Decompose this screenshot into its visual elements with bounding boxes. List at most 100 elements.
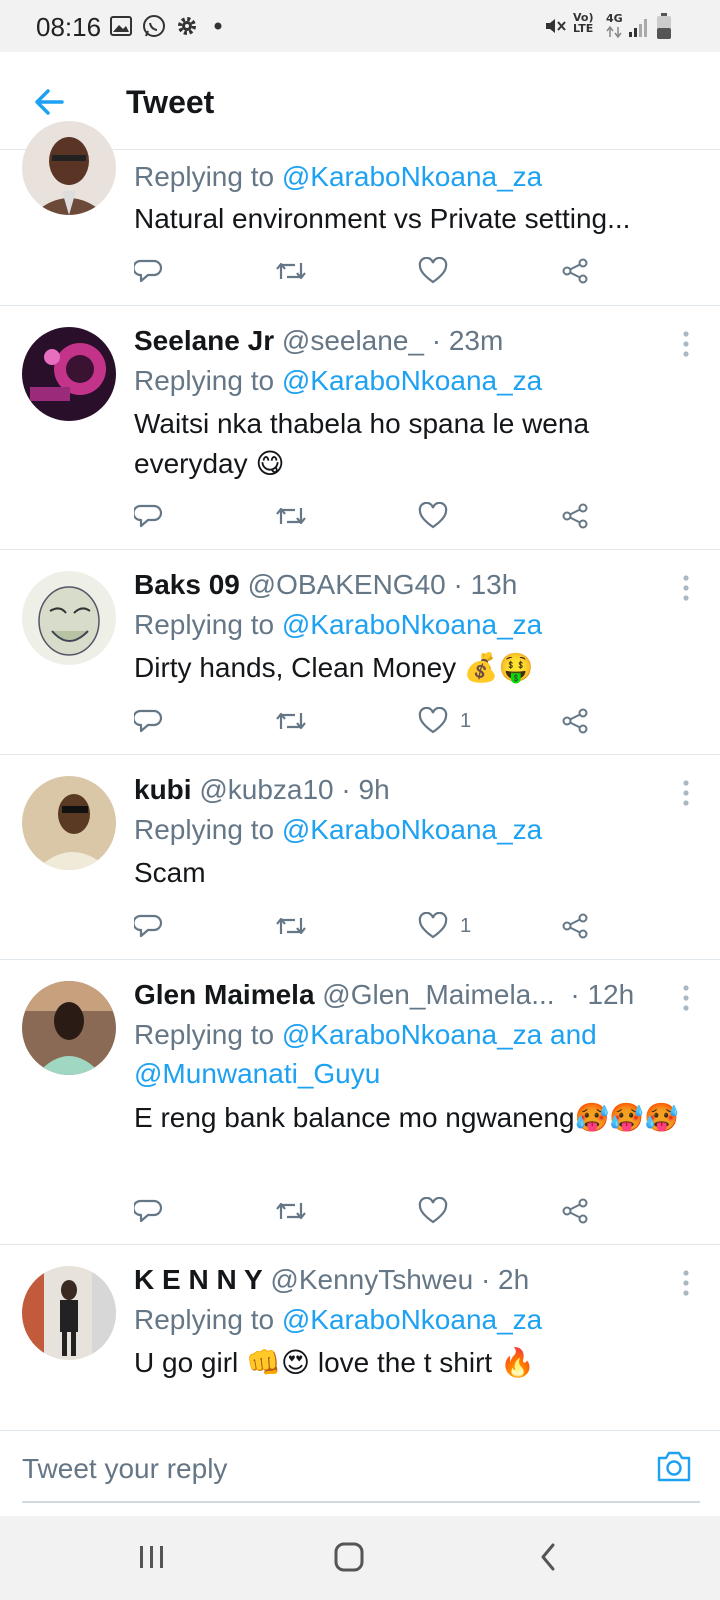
avatar[interactable]: [22, 571, 116, 665]
share-button[interactable]: [561, 906, 589, 946]
tweet-actions: [0, 251, 720, 291]
reply-input[interactable]: [22, 1445, 642, 1493]
reply-icon: [134, 709, 162, 733]
signal-icon: [629, 19, 647, 37]
avatar[interactable]: [22, 981, 116, 1075]
share-button[interactable]: [561, 701, 589, 741]
share-button[interactable]: [561, 1191, 589, 1231]
app-header: Tweet: [0, 52, 720, 150]
retweet-button[interactable]: [275, 1191, 307, 1231]
retweet-icon: [276, 1202, 306, 1220]
retweet-button[interactable]: [275, 701, 307, 741]
home-icon[interactable]: [334, 1542, 364, 1572]
more-options-icon[interactable]: [676, 1268, 696, 1298]
mention-link[interactable]: @KaraboNkoana_za: [282, 1304, 542, 1335]
user-handle[interactable]: @seelane_: [282, 325, 424, 356]
mute-icon: [546, 19, 566, 33]
user-handle[interactable]: @kubza10: [199, 774, 333, 805]
tweet-text: Scam: [134, 857, 206, 888]
tweet-time: · 9h: [341, 774, 390, 805]
like-button[interactable]: 1: [418, 906, 471, 946]
heart-icon: [418, 1197, 448, 1224]
tweet-actions: [0, 496, 720, 536]
share-icon: [562, 708, 588, 734]
replying-to: Replying to @KaraboNkoana_za: [134, 1304, 542, 1336]
recent-apps-icon[interactable]: [138, 1544, 166, 1570]
retweet-icon: [276, 712, 306, 730]
retweet-icon: [276, 507, 306, 525]
dot-icon: [214, 22, 222, 30]
mention-link[interactable]: @KaraboNkoana_za: [282, 365, 542, 396]
avatar[interactable]: [22, 1266, 116, 1360]
volte-icon: Vo) LTE: [573, 11, 594, 35]
replying-to: Replying to @KaraboNkoana_za: [134, 814, 542, 846]
mention-link[interactable]: @Munwanati_Guyu: [134, 1058, 380, 1089]
tweet-text: Natural environment vs Private setting..…: [134, 203, 631, 234]
reply-button[interactable]: [134, 906, 162, 946]
avatar[interactable]: [22, 776, 116, 870]
mention-link[interactable]: @KaraboNkoana_za: [282, 814, 542, 845]
user-handle[interactable]: @Glen_Maimela...: [322, 979, 554, 1010]
tweet-actions: 1: [0, 701, 720, 741]
tweet-item[interactable]: Glen Maimela @Glen_Maimela... · 12h Repl…: [0, 961, 720, 1245]
mention-link[interactable]: @KaraboNkoana_za: [282, 161, 542, 192]
tweet-item[interactable]: Replying to @KaraboNkoana_za Natural env…: [0, 121, 720, 306]
tweet-meta: Glen Maimela @Glen_Maimela... · 12h: [134, 979, 634, 1011]
like-count: 1: [460, 914, 472, 937]
tweet-text: Waitsi nka thabela ho spana le wena ever…: [134, 408, 590, 479]
replying-to: Replying to @KaraboNkoana_za: [134, 365, 542, 397]
reply-button[interactable]: [134, 496, 162, 536]
user-name[interactable]: kubi: [134, 774, 192, 805]
heart-icon: [418, 502, 448, 529]
more-options-icon[interactable]: [676, 778, 696, 808]
tweet-item[interactable]: K E N N Y @KennyTshweu · 2h Replying to …: [0, 1246, 720, 1430]
battery-icon: [657, 13, 671, 39]
4g-icon: 4G: [606, 12, 623, 25]
like-button[interactable]: [418, 251, 460, 291]
reply-button[interactable]: [134, 701, 162, 741]
heart-icon: [418, 257, 448, 284]
4g-arrows-icon: [606, 26, 622, 38]
retweet-button[interactable]: [275, 251, 307, 291]
tweet-item[interactable]: Baks 09 @OBAKENG40 · 13h Replying to @Ka…: [0, 551, 720, 755]
user-name[interactable]: K E N N Y: [134, 1264, 263, 1295]
replying-to: Replying to @KaraboNkoana_za: [134, 161, 542, 193]
user-handle[interactable]: @KennyTshweu: [270, 1264, 473, 1295]
user-handle[interactable]: @OBAKENG40: [248, 569, 446, 600]
like-button[interactable]: [418, 1191, 460, 1231]
camera-icon[interactable]: [656, 1449, 692, 1483]
back-arrow-icon[interactable]: [30, 82, 70, 122]
reply-button[interactable]: [134, 1191, 162, 1231]
more-options-icon[interactable]: [676, 329, 696, 359]
more-options-icon[interactable]: [676, 983, 696, 1013]
share-button[interactable]: [561, 496, 589, 536]
avatar[interactable]: [22, 327, 116, 421]
status-time: 08:16: [36, 12, 102, 42]
retweet-icon: [276, 262, 306, 280]
tweet-time: · 13h: [453, 569, 518, 600]
retweet-button[interactable]: [275, 496, 307, 536]
system-nav-bar: [0, 1516, 720, 1600]
tweet-item[interactable]: Seelane Jr @seelane_ · 23m Replying to @…: [0, 307, 720, 550]
reply-icon: [134, 259, 162, 283]
mention-link[interactable]: @KaraboNkoana_za: [282, 609, 542, 640]
like-button[interactable]: [418, 496, 460, 536]
user-name[interactable]: Glen Maimela: [134, 979, 315, 1010]
user-name[interactable]: Seelane Jr: [134, 325, 274, 356]
more-options-icon[interactable]: [676, 573, 696, 603]
avatar[interactable]: [22, 121, 116, 215]
retweet-button[interactable]: [275, 906, 307, 946]
whatsapp-icon: [143, 15, 165, 37]
tweet-item[interactable]: kubi @kubza10 · 9h Replying to @KaraboNk…: [0, 756, 720, 960]
like-button[interactable]: 1: [418, 701, 471, 741]
tweet-meta: kubi @kubza10 · 9h: [134, 774, 390, 806]
tweet-actions: 1: [0, 906, 720, 946]
user-name[interactable]: Baks 09: [134, 569, 240, 600]
reply-button[interactable]: [134, 251, 162, 291]
back-icon[interactable]: [538, 1542, 558, 1572]
mention-link[interactable]: @KaraboNkoana_za: [282, 1019, 542, 1050]
share-icon: [562, 503, 588, 529]
share-button[interactable]: [561, 251, 589, 291]
replying-prefix: Replying to: [134, 161, 275, 192]
reply-icon: [134, 1199, 162, 1223]
